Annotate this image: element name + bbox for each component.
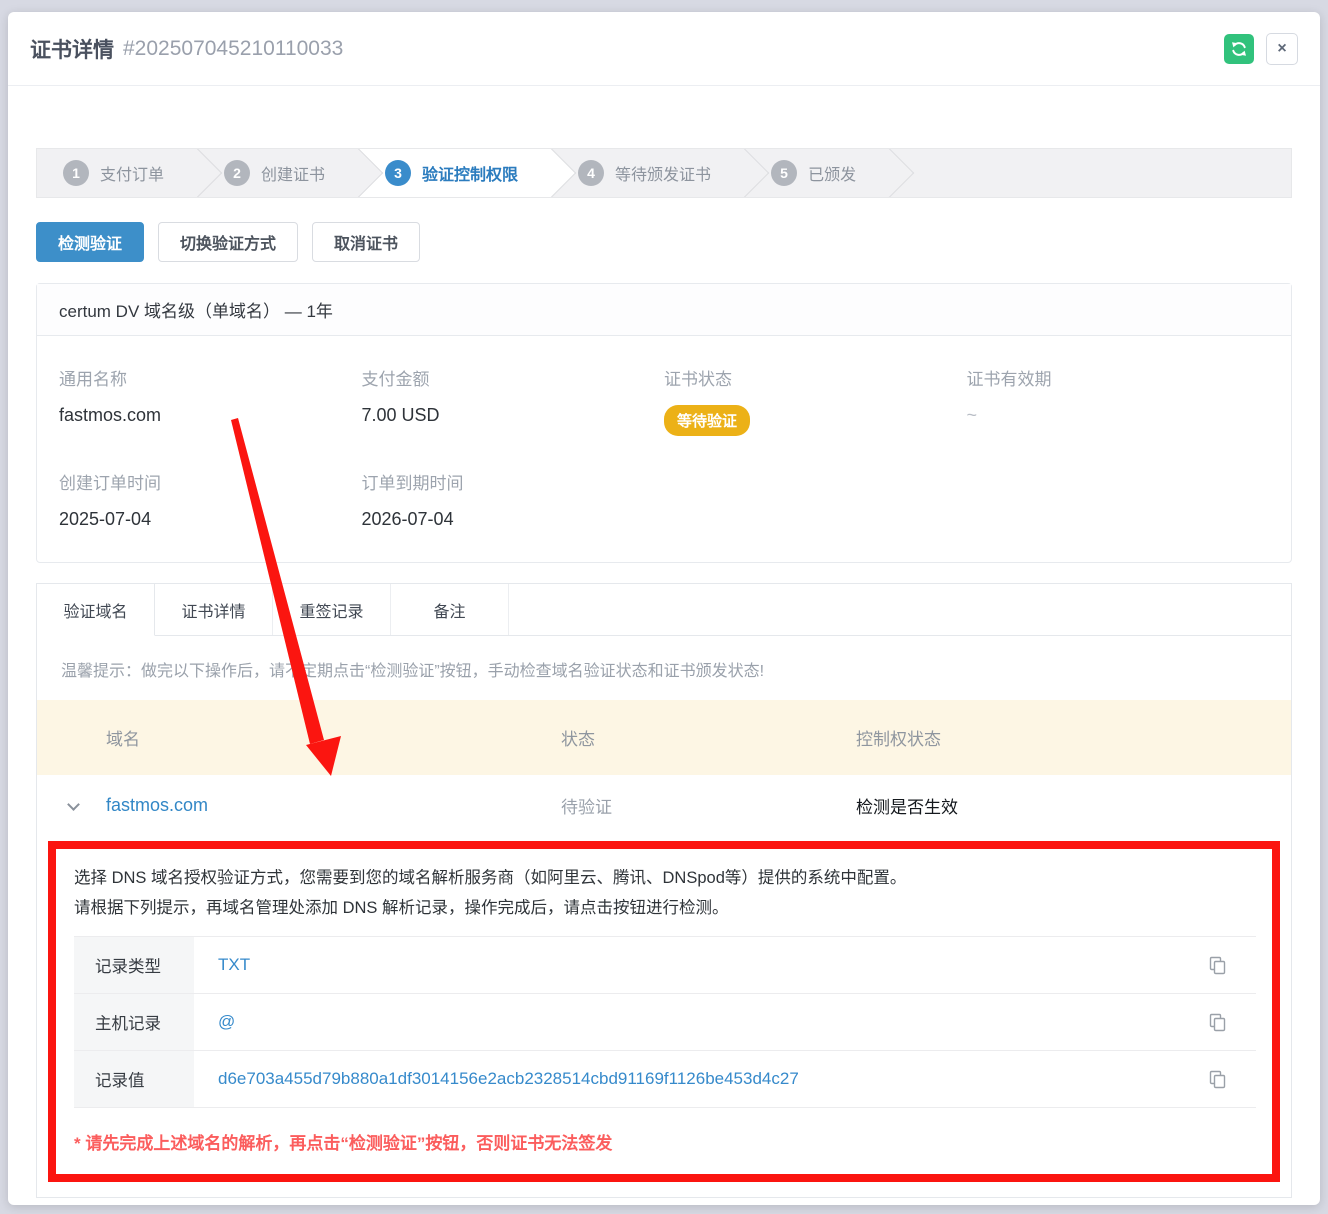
step-label: 等待颁发证书 [615, 161, 711, 185]
step-wizard: 1 支付订单 2 创建证书 3 验证控制权限 4 等待颁发证书 5 已颁发 [36, 148, 1292, 198]
step-label: 已颁发 [808, 161, 856, 185]
close-button[interactable]: × [1266, 33, 1298, 65]
tab-resign-records[interactable]: 重签记录 [273, 584, 391, 635]
dns-record-row-host: 主机记录 @ [74, 994, 1256, 1051]
copy-button[interactable] [1206, 1051, 1256, 1107]
copy-icon [1206, 1068, 1228, 1090]
certificate-panel: certum DV 域名级（单域名） — 1年 通用名称 fastmos.com… [36, 283, 1292, 563]
field-created-time: 创建订单时间 2025-07-04 [59, 469, 362, 530]
page-title: 证书详情 [30, 34, 114, 64]
field-expire-time: 订单到期时间 2026-07-04 [362, 469, 665, 530]
close-icon: × [1277, 40, 1286, 58]
step-number: 3 [385, 160, 411, 186]
refresh-button[interactable] [1224, 34, 1254, 64]
order-id: #202507045210110033 [123, 37, 343, 61]
field-cert-validity: 证书有效期 ~ [967, 365, 1270, 436]
field-value: 2025-07-04 [59, 509, 362, 530]
modal-body: 1 支付订单 2 创建证书 3 验证控制权限 4 等待颁发证书 5 已颁发 检测… [8, 148, 1320, 1198]
domain-row: fastmos.com 待验证 检测是否生效 [37, 775, 1291, 835]
cancel-cert-button[interactable]: 取消证书 [312, 222, 420, 262]
instruction-line-2: 请根据下列提示，再域名管理处添加 DNS 解析记录，操作完成后，请点击按钮进行检… [74, 893, 1256, 923]
step-label: 验证控制权限 [422, 161, 518, 185]
step-number: 4 [578, 160, 604, 186]
tip-text: 温馨提示：做完以下操作后，请不定期点击“检测验证”按钮，手动检查域名验证状态和证… [37, 636, 1291, 700]
record-value: TXT [218, 937, 1206, 993]
record-value: d6e703a455d79b880a1df3014156e2acb2328514… [218, 1051, 1206, 1107]
field-label: 证书状态 [664, 365, 967, 390]
action-toolbar: 检测验证 切换验证方式 取消证书 [36, 222, 1292, 262]
col-status: 状态 [561, 725, 856, 750]
detail-tab-panel: 验证域名 证书详情 重签记录 备注 温馨提示：做完以下操作后，请不定期点击“检测… [36, 583, 1292, 1198]
field-label: 证书有效期 [967, 365, 1270, 390]
certificate-detail-modal: 证书详情 #202507045210110033 × [8, 12, 1320, 1205]
field-value: 7.00 USD [362, 405, 665, 426]
copy-icon [1206, 1011, 1228, 1033]
tab-bar: 验证域名 证书详情 重签记录 备注 [37, 584, 1291, 636]
step-number: 1 [63, 160, 89, 186]
dns-record-row-type: 记录类型 TXT [74, 937, 1256, 994]
domain-link[interactable]: fastmos.com [106, 795, 561, 816]
record-value: @ [218, 994, 1206, 1050]
record-label: 主机记录 [74, 994, 194, 1050]
field-value: 2026-07-04 [362, 509, 665, 530]
copy-button[interactable] [1206, 937, 1256, 993]
copy-button[interactable] [1206, 994, 1256, 1050]
certificate-fields: 通用名称 fastmos.com 支付金额 7.00 USD 证书状态 等待验证… [37, 336, 1291, 562]
step-pay-order: 1 支付订单 [37, 149, 198, 197]
status-badge: 等待验证 [664, 405, 750, 436]
domain-status: 待验证 [561, 793, 856, 818]
dns-annotation-box: 选择 DNS 域名授权验证方式，您需要到您的域名解析服务商（如阿里云、腾讯、DN… [48, 841, 1280, 1182]
instruction-line-1: 选择 DNS 域名授权验证方式，您需要到您的域名解析服务商（如阿里云、腾讯、DN… [74, 863, 1256, 893]
chevron-down-icon[interactable] [67, 798, 80, 811]
field-common-name: 通用名称 fastmos.com [59, 365, 362, 436]
product-title: certum DV 域名级（单域名） — 1年 [37, 284, 1291, 336]
col-domain: 域名 [106, 725, 561, 750]
dns-record-row-value: 记录值 d6e703a455d79b880a1df3014156e2acb232… [74, 1051, 1256, 1108]
header-buttons: × [1224, 33, 1298, 65]
record-label: 记录类型 [74, 937, 194, 993]
field-label: 支付金额 [362, 365, 665, 390]
record-label: 记录值 [74, 1051, 194, 1107]
field-value: ~ [967, 405, 1270, 426]
warning-text: * 请先完成上述域名的解析，再点击“检测验证”按钮，否则证书无法签发 [74, 1129, 1256, 1154]
tab-verify-domain[interactable]: 验证域名 [37, 584, 155, 636]
field-label: 创建订单时间 [59, 469, 362, 494]
field-label: 通用名称 [59, 365, 362, 390]
domain-table-header: 域名 状态 控制权状态 [37, 700, 1291, 775]
refresh-icon [1230, 40, 1248, 58]
dns-record-table: 记录类型 TXT 主机记录 [74, 936, 1256, 1108]
field-cert-status: 证书状态 等待验证 [664, 365, 967, 436]
copy-icon [1206, 954, 1228, 976]
step-number: 5 [771, 160, 797, 186]
step-verify-control: 3 验证控制权限 [359, 149, 552, 197]
modal-header: 证书详情 #202507045210110033 × [8, 12, 1320, 86]
col-control: 控制权状态 [856, 725, 1291, 750]
step-label: 创建证书 [261, 161, 325, 185]
tab-cert-detail[interactable]: 证书详情 [155, 584, 273, 635]
field-pay-amount: 支付金额 7.00 USD [362, 365, 665, 436]
control-status: 检测是否生效 [856, 793, 1291, 818]
step-label: 支付订单 [100, 161, 164, 185]
switch-method-button[interactable]: 切换验证方式 [158, 222, 298, 262]
field-value: fastmos.com [59, 405, 362, 426]
tab-remark[interactable]: 备注 [391, 584, 509, 635]
step-wait-issue: 4 等待颁发证书 [552, 149, 745, 197]
field-label: 订单到期时间 [362, 469, 665, 494]
check-verify-button[interactable]: 检测验证 [36, 222, 144, 262]
step-number: 2 [224, 160, 250, 186]
